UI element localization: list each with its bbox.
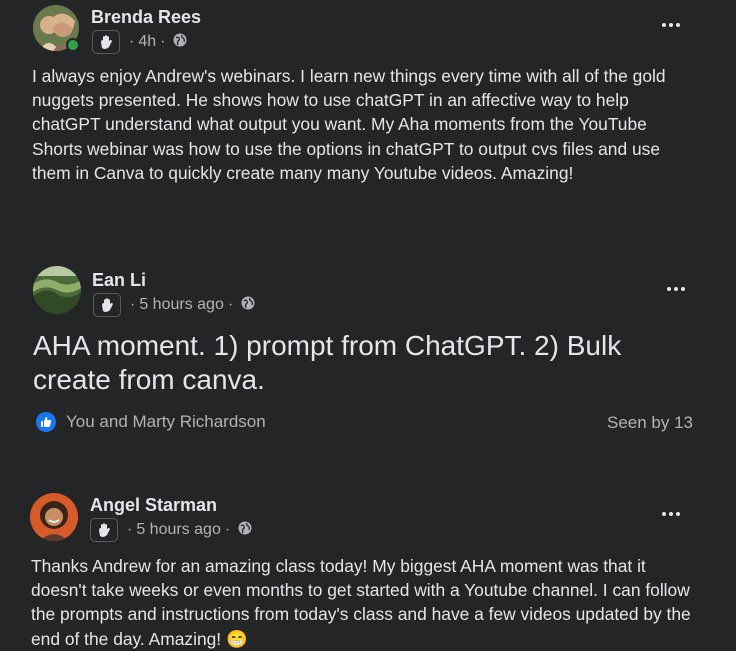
meta-separator: · bbox=[160, 33, 166, 50]
wave-badge-icon[interactable] bbox=[93, 293, 121, 317]
post-brenda-rees: Brenda Rees · 4h · I always enjoy Andrew… bbox=[0, 0, 736, 240]
more-options-icon[interactable] bbox=[662, 23, 680, 27]
meta-separator: · bbox=[227, 296, 234, 313]
author-name[interactable]: Angel Starman bbox=[90, 495, 217, 516]
globe-icon bbox=[241, 296, 255, 315]
author-name[interactable]: Brenda Rees bbox=[91, 7, 201, 28]
meta-separator: · bbox=[127, 521, 133, 538]
reactions-summary[interactable]: You and Marty Richardson bbox=[36, 412, 266, 432]
like-icon bbox=[36, 412, 56, 432]
globe-icon bbox=[238, 521, 252, 540]
post-time[interactable]: 4h bbox=[138, 33, 156, 51]
grinning-emoji: 😁 bbox=[225, 628, 248, 649]
author-name[interactable]: Ean Li bbox=[92, 270, 146, 291]
meta-separator: · bbox=[224, 521, 231, 538]
more-options-icon[interactable] bbox=[662, 512, 680, 516]
meta-separator: · bbox=[129, 33, 135, 50]
meta-separator: · bbox=[130, 296, 136, 313]
post-meta: · 5 hours ago · bbox=[93, 293, 255, 317]
post-time[interactable]: 5 hours ago bbox=[136, 521, 221, 539]
post-angel-starman: Angel Starman · 5 hours ago · Thanks And… bbox=[0, 460, 736, 651]
post-text-content: Thanks Andrew for an amazing class today… bbox=[31, 556, 691, 649]
post-time[interactable]: 5 hours ago bbox=[139, 296, 224, 314]
post-text: I always enjoy Andrew's webinars. I lear… bbox=[32, 66, 666, 183]
online-status-indicator bbox=[66, 38, 80, 52]
post-text: AHA moment. 1) prompt from ChatGPT. 2) B… bbox=[33, 330, 622, 395]
avatar[interactable] bbox=[30, 493, 78, 541]
post-meta: · 5 hours ago · bbox=[90, 518, 252, 542]
avatar[interactable] bbox=[33, 266, 81, 314]
wave-badge-icon[interactable] bbox=[90, 518, 118, 542]
post-meta: · 4h · bbox=[92, 30, 187, 54]
globe-icon bbox=[173, 33, 187, 52]
wave-badge-icon[interactable] bbox=[92, 30, 120, 54]
seen-count[interactable]: Seen by 13 bbox=[607, 413, 693, 433]
post-ean-li: Ean Li · 5 hours ago · AHA moment. 1) pr… bbox=[0, 240, 736, 460]
reactions-text: You and Marty Richardson bbox=[66, 412, 266, 431]
more-options-icon[interactable] bbox=[667, 287, 685, 291]
post-text: Thanks Andrew for an amazing class today… bbox=[31, 554, 701, 651]
